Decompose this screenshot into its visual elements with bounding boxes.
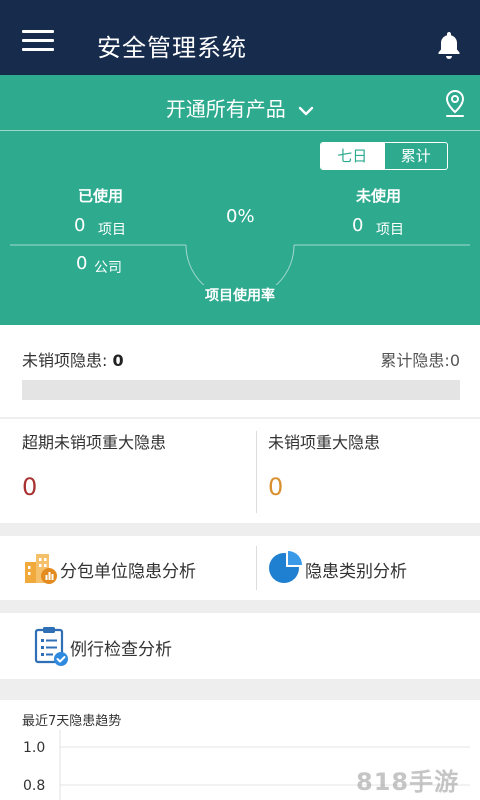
open-major-hazards-value: 0 xyxy=(268,473,284,501)
unused-label: 未使用 xyxy=(356,187,402,205)
total-hazards: 累计隐患:0 xyxy=(380,347,460,371)
location-pin-icon[interactable] xyxy=(443,89,467,119)
bell-icon[interactable] xyxy=(436,30,462,60)
clipboard-check-icon xyxy=(34,627,68,666)
total-hazards-label: 累计隐患: xyxy=(380,351,450,370)
y-tick-label: 1.0 xyxy=(23,740,45,756)
hazard-summary-card: 未销项隐患: 0 累计隐患:0 xyxy=(0,325,480,417)
cumulative-tab[interactable]: 累计 xyxy=(383,143,448,169)
watermark: 818手游网 xyxy=(356,768,460,796)
subcontractor-analysis-button[interactable]: 分包单位隐患分析 xyxy=(0,536,256,600)
open-major-hazards[interactable]: 未销项重大隐患 0 xyxy=(257,419,480,523)
open-hazards: 未销项隐患: 0 xyxy=(22,347,124,371)
seven-day-tab[interactable]: 七日 xyxy=(321,143,384,169)
product-selector[interactable]: 开通所有产品 xyxy=(0,93,480,122)
overdue-major-hazards-value: 0 xyxy=(22,473,38,501)
category-analysis-button[interactable]: 隐患类别分析 xyxy=(257,536,480,600)
usage-overview-panel: 开通所有产品 七日 累计 已使用 0 项目 0 公司 未使用 0 项目 0% 项… xyxy=(0,75,480,325)
used-label: 已使用 xyxy=(78,187,124,205)
subcontractor-analysis-label: 分包单位隐患分析 xyxy=(60,562,196,582)
menu-icon[interactable] xyxy=(22,30,54,52)
usage-rate-value: 0% xyxy=(226,206,255,227)
major-hazards-card: 超期未销项重大隐患 0 未销项重大隐患 0 xyxy=(0,419,480,523)
chart-title: 最近7天隐患趋势 xyxy=(22,714,122,729)
pie-chart-icon xyxy=(269,551,302,583)
usage-rate-label: 项目使用率 xyxy=(205,288,275,304)
routine-check-analysis-button[interactable]: 例行检查分析 xyxy=(0,613,480,679)
chevron-down-icon xyxy=(298,106,314,115)
period-toggle[interactable]: 七日 累计 xyxy=(320,142,448,170)
overdue-major-hazards-label: 超期未销项重大隐患 xyxy=(22,433,167,452)
routine-check-card: 例行检查分析 xyxy=(0,613,480,679)
product-selector-label: 开通所有产品 xyxy=(165,97,286,121)
routine-check-analysis-label: 例行检查分析 xyxy=(70,640,172,660)
usage-rate-gauge xyxy=(10,244,470,285)
category-analysis-label: 隐患类别分析 xyxy=(305,562,407,582)
building-chart-icon xyxy=(25,554,57,584)
app-header: 安全管理系统 xyxy=(0,0,480,75)
open-hazards-label: 未销项隐患: xyxy=(22,351,113,370)
open-major-hazards-label: 未销项重大隐患 xyxy=(268,433,381,452)
y-tick-label: 0.8 xyxy=(23,778,45,794)
total-hazards-value: 0 xyxy=(449,351,460,370)
analysis-card: 分包单位隐患分析 隐患类别分析 xyxy=(0,536,480,600)
page-title: 安全管理系统 xyxy=(97,34,247,62)
open-hazards-value: 0 xyxy=(112,351,124,370)
overdue-major-hazards[interactable]: 超期未销项重大隐患 0 xyxy=(0,419,256,523)
hazard-progress-bar xyxy=(22,380,460,400)
panel-divider xyxy=(0,130,480,131)
